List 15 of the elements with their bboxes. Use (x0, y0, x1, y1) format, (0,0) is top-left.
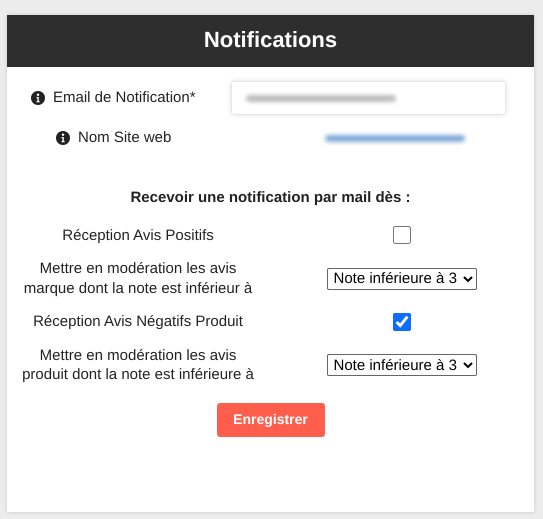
email-field[interactable] (231, 81, 506, 115)
info-icon[interactable] (56, 131, 70, 145)
setting-label: Mettre en modération les avis marque dont la note est inférieur à (22, 259, 254, 298)
setting-label: Réception Avis Négatifs Produit (32, 312, 244, 332)
rating-select[interactable]: Note inférieure à 3 (326, 268, 476, 290)
info-icon[interactable] (31, 91, 45, 105)
setting-label: Mettre en modération les avis produit dont la note est inférieure à (21, 346, 255, 384)
panel-title: Notifications (7, 15, 534, 67)
field-label: Email de Notification* (53, 88, 196, 108)
checkbox[interactable] (392, 226, 410, 244)
setting-label: Réception Avis Positifs (61, 226, 215, 245)
rating-select[interactable]: Note inférieure à 3 (326, 354, 476, 376)
section-heading: Recevoir une notification par mail dès : (130, 189, 411, 206)
checkbox[interactable] (392, 312, 410, 331)
field-label: Nom Site web (78, 128, 172, 148)
